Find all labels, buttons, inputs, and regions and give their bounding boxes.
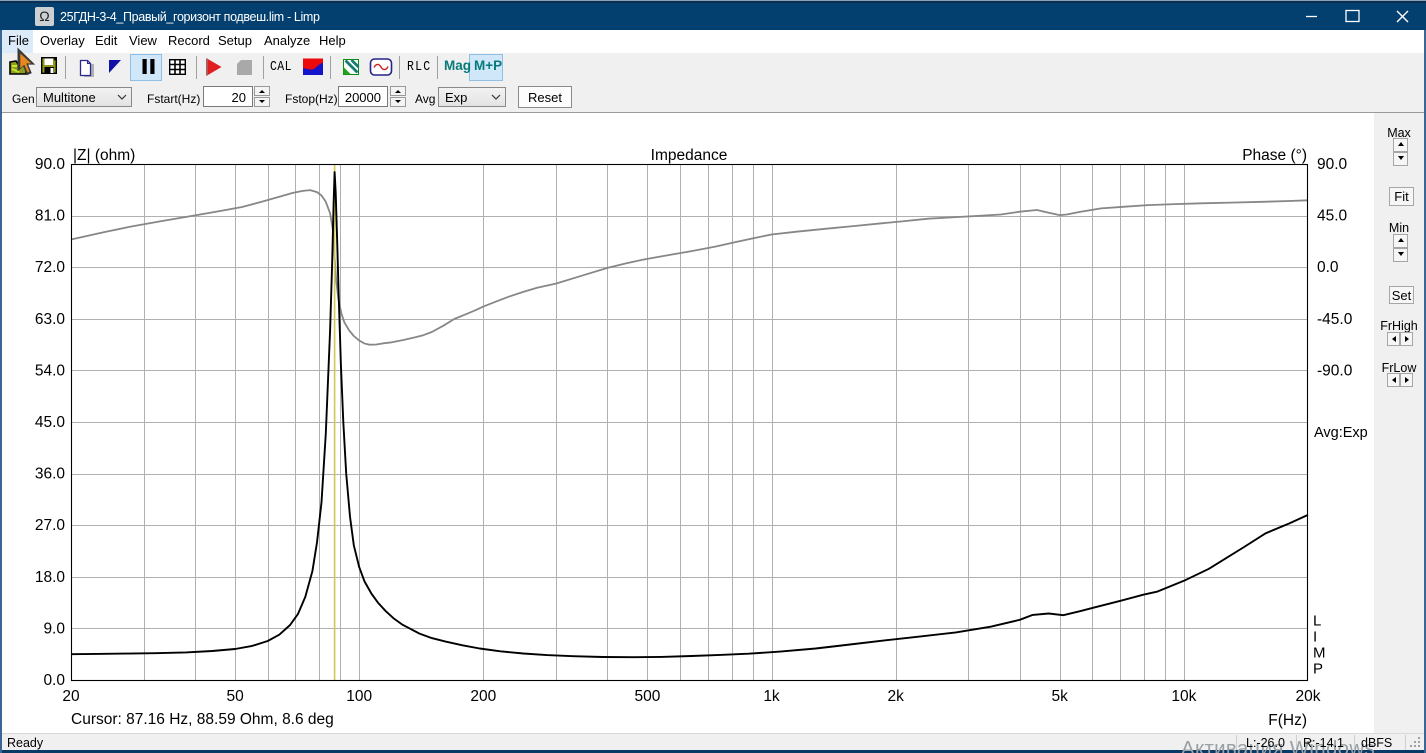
svg-text:500: 500 bbox=[634, 688, 660, 705]
svg-text:27.0: 27.0 bbox=[35, 517, 66, 534]
svg-text:F(Hz): F(Hz) bbox=[1268, 712, 1307, 729]
svg-text:18.0: 18.0 bbox=[35, 569, 66, 586]
svg-text:-45.0: -45.0 bbox=[1317, 311, 1353, 328]
svg-text:100: 100 bbox=[346, 688, 372, 705]
svg-text:45.0: 45.0 bbox=[35, 414, 66, 431]
svg-text:|Z| (ohm): |Z| (ohm) bbox=[73, 147, 135, 164]
svg-text:54.0: 54.0 bbox=[35, 362, 66, 379]
svg-text:1k: 1k bbox=[763, 688, 780, 705]
svg-text:90.0: 90.0 bbox=[1317, 156, 1348, 173]
svg-text:63.0: 63.0 bbox=[35, 311, 66, 328]
svg-text:P: P bbox=[1313, 661, 1323, 678]
svg-text:Cursor: 87.16 Hz, 88.59 Ohm, 8: Cursor: 87.16 Hz, 88.59 Ohm, 8.6 deg bbox=[71, 711, 334, 728]
svg-text:0.0: 0.0 bbox=[43, 672, 65, 689]
svg-text:20: 20 bbox=[62, 688, 80, 705]
svg-text:9.0: 9.0 bbox=[43, 620, 65, 637]
svg-text:20k: 20k bbox=[1296, 688, 1321, 705]
svg-text:-90.0: -90.0 bbox=[1317, 362, 1353, 379]
svg-text:L: L bbox=[1313, 613, 1321, 630]
svg-text:Avg:Exp: Avg:Exp bbox=[1314, 425, 1368, 441]
svg-text:45.0: 45.0 bbox=[1317, 208, 1348, 225]
svg-text:2k: 2k bbox=[888, 688, 905, 705]
svg-text:0.0: 0.0 bbox=[1317, 259, 1339, 276]
svg-text:5k: 5k bbox=[1052, 688, 1069, 705]
svg-text:36.0: 36.0 bbox=[35, 466, 66, 483]
svg-text:90.0: 90.0 bbox=[35, 156, 66, 173]
svg-text:Impedance: Impedance bbox=[651, 147, 728, 164]
svg-text:10k: 10k bbox=[1171, 688, 1196, 705]
svg-text:I: I bbox=[1313, 629, 1317, 646]
svg-text:50: 50 bbox=[226, 688, 244, 705]
svg-text:200: 200 bbox=[470, 688, 496, 705]
svg-text:72.0: 72.0 bbox=[35, 259, 66, 276]
svg-text:81.0: 81.0 bbox=[35, 208, 66, 225]
svg-text:M: M bbox=[1313, 645, 1326, 662]
svg-text:Phase (°): Phase (°) bbox=[1242, 147, 1307, 164]
